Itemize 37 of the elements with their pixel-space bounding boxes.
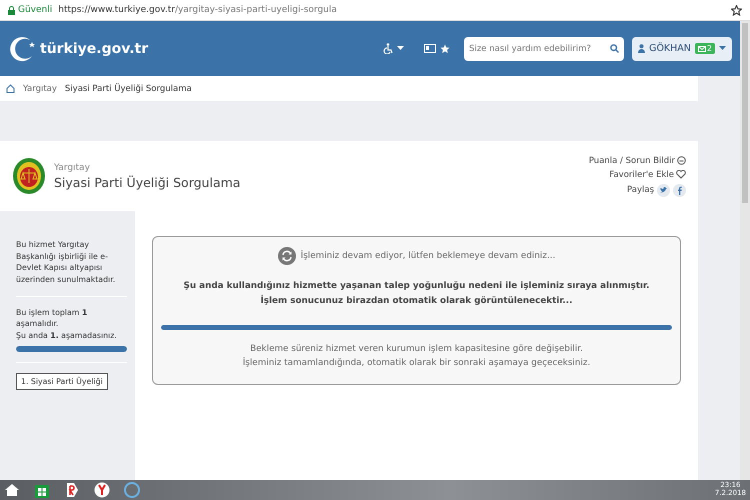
accessibility-icon[interactable] <box>383 43 394 54</box>
home-icon[interactable] <box>6 84 15 93</box>
refresh-icon <box>278 247 296 265</box>
breadcrumb-current: Siyasi Parti Üyeliği Sorgulama <box>64 84 192 94</box>
info-line: İşleminiz tamamlandığında, otomatik olarak bir sonraki aşamaya geçeceksiniz. <box>242 356 590 370</box>
user-icon <box>638 44 646 53</box>
site-logo[interactable]: türkiye.gov.tr <box>8 36 148 62</box>
home-icon[interactable] <box>4 482 20 498</box>
caret-icon[interactable] <box>719 46 726 51</box>
info-line: Bekleme süreniz hizmet veren kurumun işlem kapasitesine göre değişebilir. <box>249 342 584 356</box>
scrollbar[interactable] <box>740 21 750 480</box>
feedback-icon[interactable] <box>677 156 686 165</box>
facebook-icon[interactable] <box>673 184 686 196</box>
breadcrumb-link[interactable]: Yargıtay <box>23 84 57 94</box>
store-icon[interactable] <box>34 482 50 498</box>
url-text[interactable]: https://www.turkiye.gov.tr/yargitay-siyasi-parti-uyeligi-sorgula <box>58 5 337 15</box>
search-icon[interactable] <box>610 44 620 53</box>
agency-name: Yargıtay <box>54 162 91 172</box>
heart-icon[interactable] <box>676 170 686 179</box>
favorite-link[interactable]: Favoriler'e Ekle <box>609 170 686 180</box>
star-icon[interactable] <box>440 44 450 54</box>
caret-icon[interactable] <box>397 46 404 51</box>
browser-icon[interactable] <box>94 482 110 498</box>
id-card-icon[interactable] <box>424 44 436 53</box>
queue-message: Şu anda kullandığınız hizmette yaşanan talep yoğunluğu nedeni ile işleminiz sıraya alınmıştır. İşlem sonucunuz birazdan otomatik olarak görüntülenecektir... <box>182 280 650 308</box>
secure-label: Güvenli <box>8 5 52 15</box>
report-link[interactable]: Puanla / Sorun Bildir <box>588 156 686 166</box>
service-title: Siyasi Parti Üyeliği Sorgulama <box>54 174 240 190</box>
browser-icon[interactable] <box>64 482 80 498</box>
court-emblem-icon <box>12 157 46 195</box>
lock-icon <box>8 6 15 14</box>
share-label: Paylaş <box>627 185 654 195</box>
user-menu-button[interactable]: GÖKHAN 2 <box>632 36 732 60</box>
status-text: İşleminiz devam ediyor, lütfen beklemeye devam ediniz... <box>300 251 556 261</box>
bookmark-star-icon[interactable] <box>731 4 742 16</box>
twitter-icon[interactable] <box>657 184 670 196</box>
search-field[interactable]: Size nasıl yardım edebilirim? <box>464 36 624 60</box>
